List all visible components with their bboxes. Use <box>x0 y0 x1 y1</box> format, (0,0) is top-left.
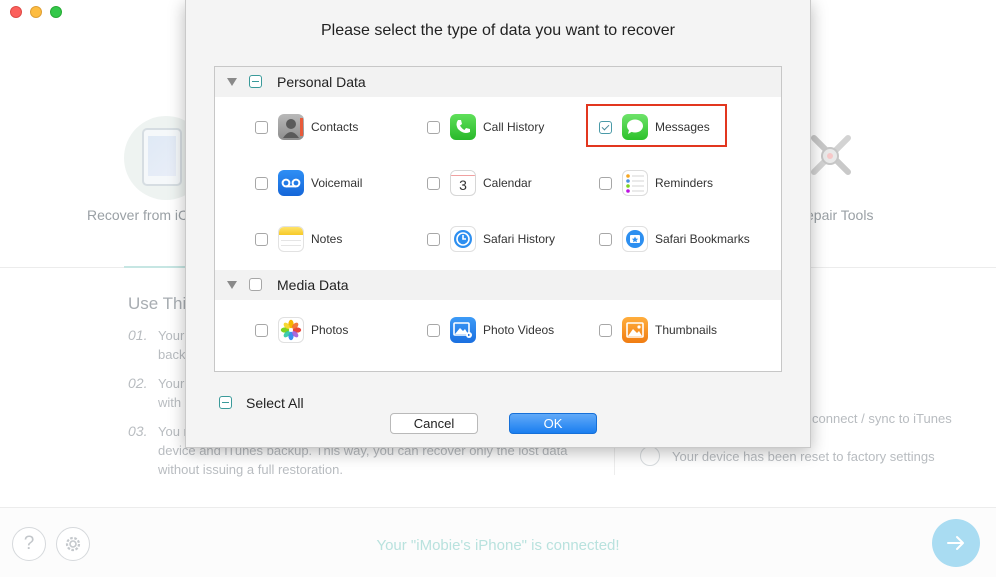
condition-text: Your device has been reset to factory se… <box>672 449 935 464</box>
notes-icon <box>278 226 304 252</box>
item-checkbox[interactable] <box>599 233 612 246</box>
safari-bookmarks-icon <box>622 226 648 252</box>
step-text: Your back <box>158 328 186 362</box>
item-checkbox[interactable] <box>255 121 268 134</box>
disclosure-triangle-icon[interactable] <box>227 78 237 86</box>
reminders-icon <box>622 170 648 196</box>
use-title: Use Thi <box>128 294 187 313</box>
step-number: 02. <box>128 375 148 391</box>
next-button[interactable] <box>932 519 980 567</box>
connection-status: Your "iMobie's iPhone" is connected! <box>376 537 620 554</box>
item-label: Safari History <box>483 232 556 246</box>
item-label: Contacts <box>311 120 359 134</box>
item-label: Photo Videos <box>483 323 555 337</box>
recover-type-dialog: Please select the type of data you want … <box>185 0 811 448</box>
photo-videos-icon <box>450 317 476 343</box>
item-label: Notes <box>311 232 343 246</box>
mode-label-right[interactable]: epair Tools <box>806 207 873 223</box>
select-all-label: Select All <box>246 395 304 411</box>
repair-tools-icon <box>811 135 851 175</box>
step-text: Your with <box>158 376 185 410</box>
contacts-icon <box>278 114 304 140</box>
section-checkbox-media[interactable] <box>249 278 262 291</box>
section-checkbox-personal[interactable] <box>249 75 262 88</box>
condition-radio[interactable] <box>640 446 660 466</box>
item-label: Calendar <box>483 176 532 190</box>
calendar-icon: 3 <box>450 170 476 196</box>
section-header-media[interactable]: Media Data <box>215 270 781 300</box>
item-label: Voicemail <box>311 176 363 190</box>
active-tab-indicator <box>124 266 186 268</box>
item-checkbox[interactable] <box>599 324 612 337</box>
arrow-right-icon <box>947 536 964 550</box>
step-number: 03. <box>128 423 148 439</box>
ok-button[interactable]: OK <box>509 413 597 434</box>
mode-label-left[interactable]: Recover from iC <box>87 207 188 223</box>
condition-text: connect / sync to iTunes <box>812 411 952 426</box>
item-label: Reminders <box>655 176 714 190</box>
item-label: Call History <box>483 120 545 134</box>
item-checkbox[interactable] <box>255 233 268 246</box>
item-checkbox[interactable] <box>599 177 612 190</box>
messages-highlight <box>586 104 727 147</box>
item-checkbox[interactable] <box>255 177 268 190</box>
disclosure-triangle-icon[interactable] <box>227 281 237 289</box>
cancel-button[interactable]: Cancel <box>390 413 478 434</box>
device-icon <box>142 128 182 186</box>
item-checkbox[interactable] <box>427 121 440 134</box>
section-label: Personal Data <box>277 74 366 90</box>
item-checkbox[interactable] <box>427 233 440 246</box>
item-checkbox[interactable] <box>427 324 440 337</box>
step-number: 01. <box>128 327 148 343</box>
item-label: Thumbnails <box>655 323 718 337</box>
item-label: Photos <box>311 323 349 337</box>
safari-history-icon <box>450 226 476 252</box>
voicemail-icon <box>278 170 304 196</box>
photos-icon <box>278 317 304 343</box>
item-label: Safari Bookmarks <box>655 232 750 246</box>
item-checkbox[interactable] <box>427 177 440 190</box>
section-header-personal[interactable]: Personal Data <box>215 67 781 97</box>
phone-icon <box>450 114 476 140</box>
thumbnails-icon <box>622 317 648 343</box>
item-checkbox[interactable] <box>255 324 268 337</box>
dialog-title: Please select the type of data you want … <box>321 22 675 39</box>
select-all-checkbox[interactable] <box>219 396 232 409</box>
section-label: Media Data <box>277 277 349 293</box>
